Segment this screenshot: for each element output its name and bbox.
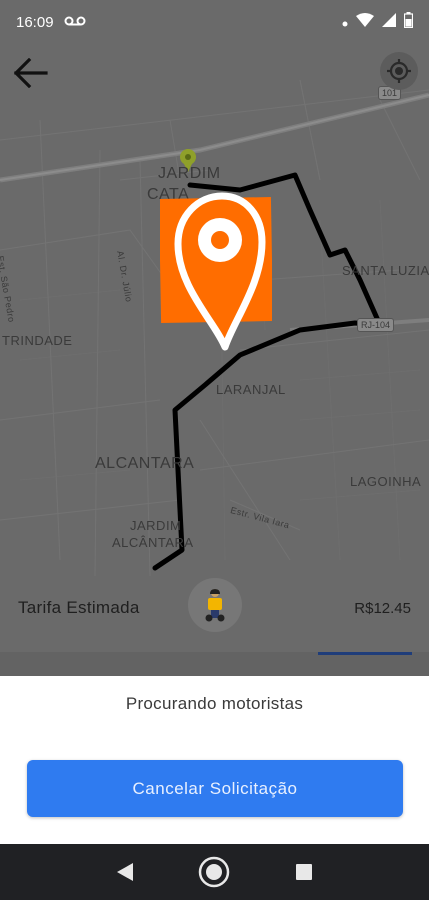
map-label-alcantara: ALCANTARA xyxy=(95,455,195,472)
square-recents-icon xyxy=(296,864,313,880)
map-label-jardim-catarina: JARDIM xyxy=(158,165,221,182)
status-time: 16:09 xyxy=(16,13,54,31)
map-label-trindade: TRINDADE xyxy=(2,333,73,348)
arrow-left-icon xyxy=(14,58,48,88)
fare-price: R$12.45 xyxy=(354,600,411,617)
nav-home-button[interactable] xyxy=(194,852,234,892)
map-label-alcantara-2: ALCÂNTARA xyxy=(112,535,194,550)
motorcycle-courier-icon xyxy=(205,589,225,622)
screen: JARDIM CATA SANTA LUZIA TRINDADE LARANJA… xyxy=(0,0,429,900)
fare-label: Tarifa Estimada xyxy=(18,598,140,617)
road-shield-rj104: RJ-104 xyxy=(357,318,395,332)
battery-icon xyxy=(403,12,414,32)
destination-pin-icon xyxy=(158,192,274,357)
signal-icon xyxy=(382,13,396,31)
triangle-back-icon xyxy=(116,863,133,881)
my-location-button[interactable] xyxy=(380,52,418,90)
dot-icon xyxy=(342,14,348,31)
fare-band-accent xyxy=(318,652,412,655)
crosshair-location-icon xyxy=(387,59,411,83)
cancel-request-button[interactable]: Cancelar Solicitação xyxy=(27,760,403,817)
status-bar: 16:09 xyxy=(0,0,429,44)
back-button[interactable] xyxy=(10,52,52,94)
searching-status-text: Procurando motoristas xyxy=(125,694,304,713)
map-label-jardim-alcantara: JARDIM xyxy=(130,518,182,533)
wifi-icon xyxy=(356,13,374,31)
voicemail-icon xyxy=(64,14,86,31)
map-label-laranjal: LARANJAL xyxy=(216,382,286,397)
system-nav-bar xyxy=(0,844,429,900)
map-label-lagoinha: LAGOINHA xyxy=(350,474,422,489)
nav-recents-button[interactable] xyxy=(284,852,324,892)
vehicle-avatar xyxy=(188,578,242,632)
fare-divider xyxy=(0,652,429,676)
circle-home-icon xyxy=(199,856,230,888)
bottom-sheet: Procurando motoristas Cancelar Solicitaç… xyxy=(0,676,429,844)
map-label-santa-luzia: SANTA LUZIA xyxy=(342,263,429,278)
nav-back-button[interactable] xyxy=(105,852,145,892)
